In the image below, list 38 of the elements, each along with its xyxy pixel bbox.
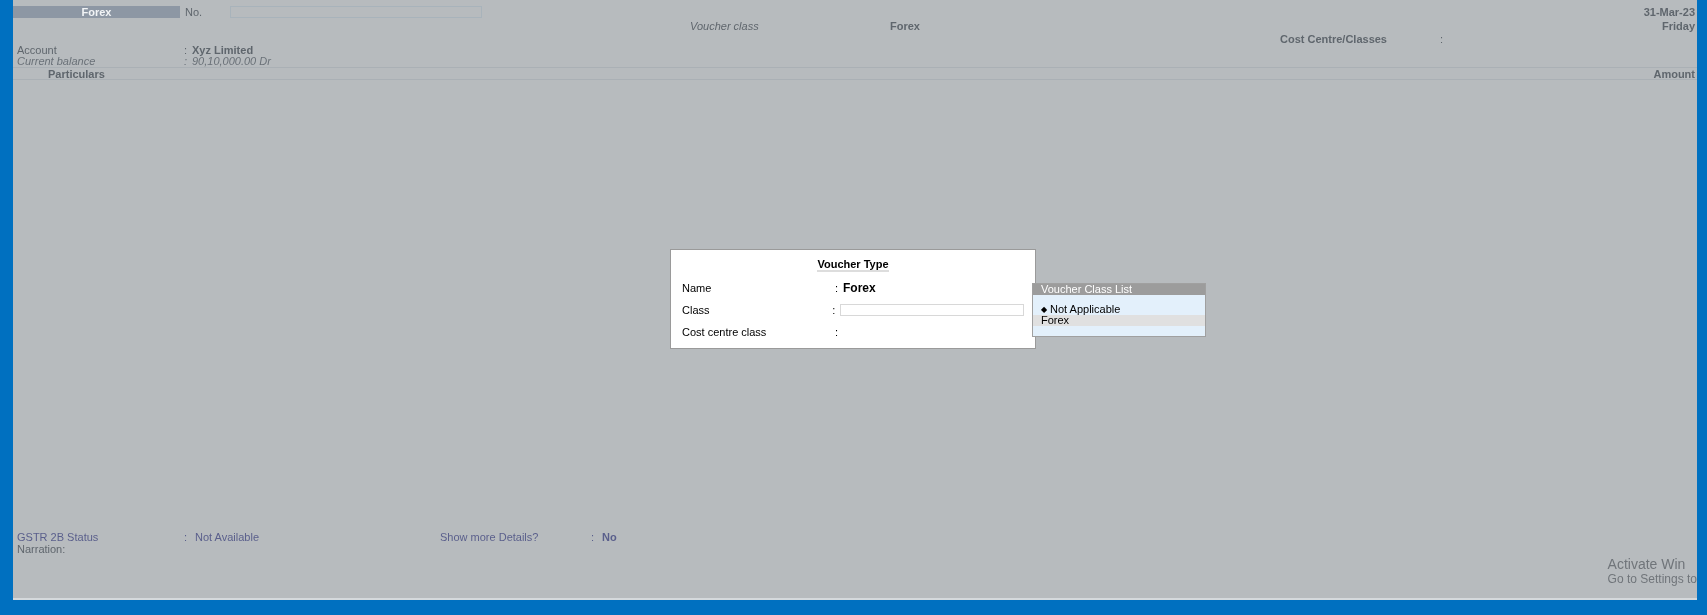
date-text: 31-Mar-23 xyxy=(1643,4,1696,20)
field-label: Name xyxy=(682,280,713,296)
separator-colon: : xyxy=(184,45,189,56)
field-value: No xyxy=(602,531,617,543)
column-header: Particulars xyxy=(48,68,105,79)
separator-colon: : xyxy=(835,324,840,340)
column-header: Amount xyxy=(1653,68,1696,79)
name-value: Forex xyxy=(843,280,876,297)
separator-colon: : xyxy=(835,280,840,296)
balance-value: 90,10,000.00 Dr xyxy=(192,56,271,67)
separator-colon: : xyxy=(184,56,189,67)
field-label: Show more Details? xyxy=(440,531,540,543)
field-value: Not Available xyxy=(195,531,260,543)
number-label: No. xyxy=(185,4,204,20)
cost-centre-label: Cost Centre/Classes xyxy=(1280,33,1388,45)
field-label: GSTR 2B Status xyxy=(17,531,100,543)
voucher-type-banner: Forex xyxy=(13,6,180,18)
field-label: Cost centre class xyxy=(682,324,768,340)
class-field[interactable] xyxy=(840,304,1024,316)
list-title: Voucher Class List xyxy=(1033,284,1205,295)
notice-title: Activate Win xyxy=(1607,556,1687,572)
day-text: Friday xyxy=(1662,20,1696,33)
notice-text: Go to Settings to xyxy=(1607,572,1697,586)
account-value: Xyz Limited xyxy=(192,45,254,56)
list-item[interactable]: Forex xyxy=(1033,315,1205,326)
voucher-class-label: Voucher class xyxy=(690,20,760,33)
diamond-icon: ◆ xyxy=(1041,304,1047,315)
dialog-title: Voucher Type xyxy=(817,258,889,272)
narration-label: Narration: xyxy=(17,543,67,555)
separator-colon: : xyxy=(1440,33,1444,45)
account-label: Account xyxy=(17,45,58,56)
voucher-class-value: Forex xyxy=(890,20,920,33)
separator-colon: : xyxy=(591,531,596,543)
separator-colon: : xyxy=(184,531,189,543)
balance-label: Current balance xyxy=(17,56,97,67)
field-label: Class xyxy=(682,302,711,318)
list-item[interactable]: ◆ Not Applicable xyxy=(1033,304,1205,315)
separator-colon: : xyxy=(832,302,837,318)
